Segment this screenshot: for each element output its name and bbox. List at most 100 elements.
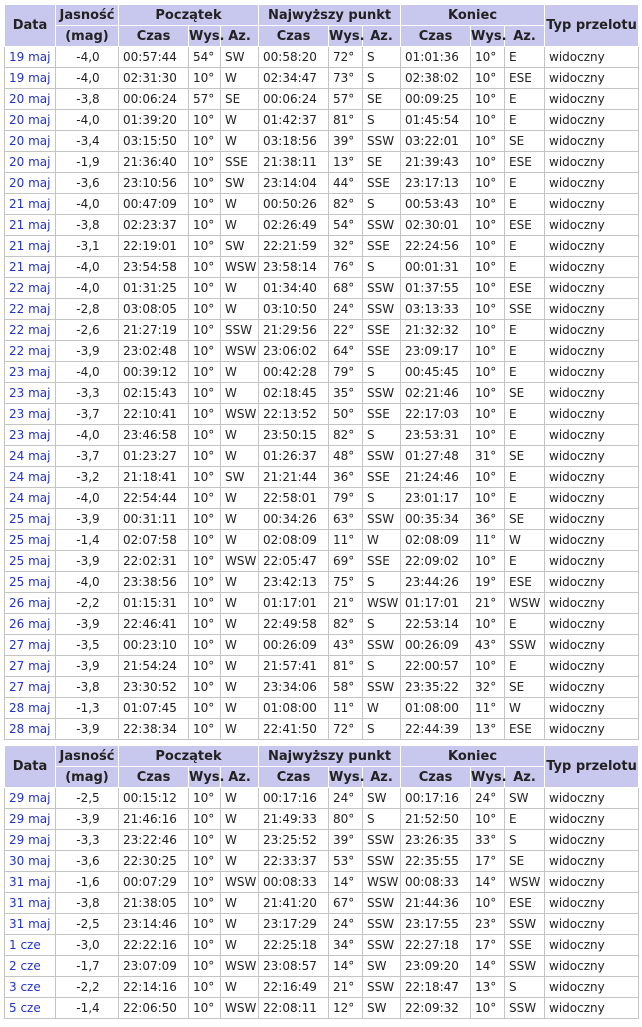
cell-end-time: 23:09:20: [400, 955, 472, 977]
cell-start-time: 21:54:24: [118, 655, 189, 677]
date-link[interactable]: 30 maj: [9, 854, 50, 868]
date-link[interactable]: 29 maj: [9, 833, 50, 847]
cell-highest-alt: 75°: [328, 571, 364, 593]
date-link[interactable]: 20 maj: [9, 92, 50, 106]
cell-highest-time: 23:42:13: [258, 571, 330, 593]
date-link[interactable]: 20 maj: [9, 113, 50, 127]
date-link[interactable]: 3 cze: [9, 980, 41, 994]
cell-end-az: W: [504, 529, 546, 551]
cell-start-az: W: [219, 676, 260, 698]
cell-start-alt: 10°: [188, 508, 221, 530]
cell-start-az: W: [219, 529, 260, 551]
table-row: 24 maj -4,0 22:54:44 10° W 22:58:01 79° S 23:01:…: [4, 487, 640, 509]
date-link[interactable]: 24 maj: [9, 449, 50, 463]
date-link[interactable]: 27 maj: [9, 659, 50, 673]
date-link[interactable]: 23 maj: [9, 407, 50, 421]
cell-end-alt: 10°: [470, 193, 506, 215]
table-row: 1 cze -3,0 22:22:16 10° W 22:25:18 34° SSW 22:27…: [4, 934, 640, 956]
cell-end-alt: 33°: [470, 829, 506, 851]
date-link[interactable]: 21 maj: [9, 218, 50, 232]
cell-highest-az: S: [362, 424, 402, 446]
cell-brightness: -3,8: [55, 892, 119, 914]
date-link[interactable]: 22 maj: [9, 344, 50, 358]
cell-highest-alt: 13°: [328, 151, 364, 173]
date-link[interactable]: 1 cze: [9, 938, 41, 952]
cell-start-az: W: [219, 829, 260, 851]
cell-highest-az: SSW: [362, 214, 402, 236]
cell-type: widoczny: [544, 109, 640, 131]
cell-start-alt: 57°: [188, 88, 221, 110]
date-link[interactable]: 22 maj: [9, 323, 50, 337]
date-link[interactable]: 28 maj: [9, 701, 50, 715]
cell-start-az: W: [219, 571, 260, 593]
cell-type: widoczny: [544, 529, 640, 551]
cell-highest-time: 01:26:37: [258, 445, 330, 467]
cell-highest-az: S: [362, 193, 402, 215]
date-link[interactable]: 25 maj: [9, 554, 50, 568]
cell-start-az: SE: [219, 88, 260, 110]
date-link[interactable]: 20 maj: [9, 176, 50, 190]
date-link[interactable]: 5 cze: [9, 1001, 41, 1015]
cell-type: widoczny: [544, 871, 640, 893]
cell-start-alt: 10°: [188, 130, 221, 152]
date-link[interactable]: 19 maj: [9, 71, 50, 85]
cell-date: 22 maj: [4, 298, 56, 320]
date-link[interactable]: 23 maj: [9, 428, 50, 442]
cell-start-alt: 10°: [188, 424, 221, 446]
cell-end-alt: 11°: [470, 529, 506, 551]
date-link[interactable]: 22 maj: [9, 281, 50, 295]
cell-brightness: -3,7: [55, 445, 119, 467]
date-link[interactable]: 20 maj: [9, 155, 50, 169]
date-link[interactable]: 28 maj: [9, 722, 50, 736]
date-link[interactable]: 21 maj: [9, 260, 50, 274]
cell-start-az: W: [219, 277, 260, 299]
date-link[interactable]: 29 maj: [9, 812, 50, 826]
date-link[interactable]: 31 maj: [9, 896, 50, 910]
cell-highest-time: 22:08:11: [258, 997, 330, 1019]
cell-start-alt: 10°: [188, 934, 221, 956]
cell-type: widoczny: [544, 718, 640, 740]
cell-date: 29 maj: [4, 787, 56, 809]
cell-start-time: 23:46:58: [118, 424, 189, 446]
cell-brightness: -4,0: [55, 571, 119, 593]
col-highest-time: Czas: [258, 25, 330, 47]
cell-brightness: -3,9: [55, 718, 119, 740]
date-link[interactable]: 29 maj: [9, 791, 50, 805]
date-link[interactable]: 25 maj: [9, 512, 50, 526]
cell-date: 24 maj: [4, 445, 56, 467]
date-link[interactable]: 21 maj: [9, 239, 50, 253]
cell-date: 2 cze: [4, 955, 56, 977]
cell-start-time: 21:46:16: [118, 808, 189, 830]
date-link[interactable]: 24 maj: [9, 491, 50, 505]
date-link[interactable]: 24 maj: [9, 470, 50, 484]
date-link[interactable]: 31 maj: [9, 917, 50, 931]
date-link[interactable]: 26 maj: [9, 617, 50, 631]
cell-end-alt: 31°: [470, 445, 506, 467]
cell-start-az: W: [219, 634, 260, 656]
cell-brightness: -4,0: [55, 277, 119, 299]
cell-type: widoczny: [544, 214, 640, 236]
date-link[interactable]: 27 maj: [9, 638, 50, 652]
cell-highest-az: SSW: [362, 298, 402, 320]
cell-end-az: SE: [504, 445, 546, 467]
date-link[interactable]: 26 maj: [9, 596, 50, 610]
date-link[interactable]: 27 maj: [9, 680, 50, 694]
date-link[interactable]: 23 maj: [9, 386, 50, 400]
cell-date: 22 maj: [4, 277, 56, 299]
date-link[interactable]: 19 maj: [9, 50, 50, 64]
cell-start-az: WSW: [219, 550, 260, 572]
cell-end-az: E: [504, 46, 546, 68]
cell-end-az: E: [504, 340, 546, 362]
date-link[interactable]: 23 maj: [9, 365, 50, 379]
date-link[interactable]: 31 maj: [9, 875, 50, 889]
cell-start-time: 02:23:37: [118, 214, 189, 236]
date-link[interactable]: 22 maj: [9, 302, 50, 316]
cell-end-alt: 24°: [470, 787, 506, 809]
date-link[interactable]: 25 maj: [9, 575, 50, 589]
date-link[interactable]: 20 maj: [9, 134, 50, 148]
table-row: 24 maj -3,2 21:18:41 10° SW 21:21:44 36° SSE 21:…: [4, 466, 640, 488]
date-link[interactable]: 25 maj: [9, 533, 50, 547]
cell-end-time: 22:27:18: [400, 934, 472, 956]
date-link[interactable]: 2 cze: [9, 959, 41, 973]
date-link[interactable]: 21 maj: [9, 197, 50, 211]
